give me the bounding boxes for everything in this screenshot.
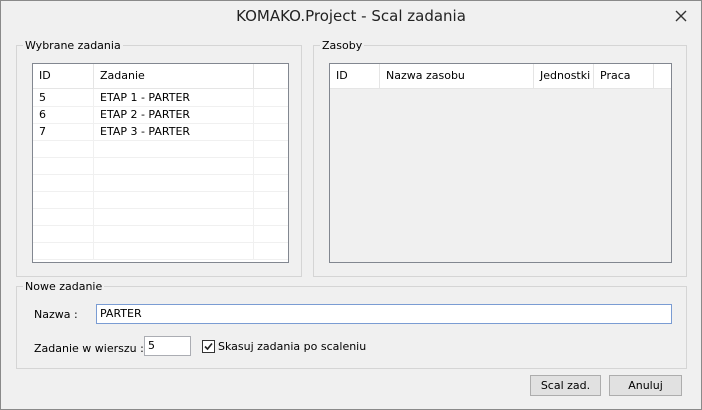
table-row[interactable]: 5 ETAP 1 - PARTER <box>33 89 288 107</box>
empty-row <box>33 157 288 175</box>
column-header-resource-name[interactable]: Nazwa zasobu <box>380 64 534 88</box>
empty-row <box>33 174 288 192</box>
task-name-cell <box>94 174 254 191</box>
resources-legend: Zasoby <box>320 39 365 52</box>
empty-row <box>33 208 288 226</box>
name-input[interactable]: PARTER <box>96 304 672 324</box>
task-id-cell <box>33 174 94 191</box>
task-id-cell <box>33 208 94 225</box>
delete-tasks-checkbox[interactable] <box>202 340 215 353</box>
window-title: KOMAKO.Project - Scal zadania <box>236 7 466 25</box>
selected-tasks-header: ID Zadanie <box>33 64 288 89</box>
empty-row <box>33 242 288 260</box>
filler-cell <box>254 191 288 208</box>
task-name-cell <box>94 225 254 242</box>
task-name-cell <box>94 191 254 208</box>
column-header-work[interactable]: Praca <box>594 64 654 88</box>
filler-cell <box>254 89 288 106</box>
task-id-cell <box>33 140 94 157</box>
filler-cell <box>254 123 288 140</box>
table-row[interactable]: 7 ETAP 3 - PARTER <box>33 123 288 141</box>
task-name-cell: ETAP 3 - PARTER <box>94 123 254 140</box>
title-bar: KOMAKO.Project - Scal zadania <box>1 1 701 32</box>
filler-cell <box>254 225 288 242</box>
task-id-cell <box>33 242 94 259</box>
selected-tasks-group: Wybrane zadania ID Zadanie 5 ETAP 1 - PAR… <box>16 39 302 277</box>
task-name-cell <box>94 242 254 259</box>
task-id-cell: 6 <box>33 106 94 123</box>
new-task-legend: Nowe zadanie <box>23 280 105 293</box>
task-name-cell <box>94 208 254 225</box>
task-name-cell <box>94 157 254 174</box>
filler-cell <box>254 242 288 259</box>
empty-row <box>33 140 288 158</box>
resources-header: ID Nazwa zasobu Jednostki Praca <box>330 64 671 89</box>
selected-tasks-legend: Wybrane zadania <box>23 39 123 52</box>
resources-body <box>330 89 671 262</box>
column-header-units[interactable]: Jednostki <box>534 64 594 88</box>
task-id-cell: 5 <box>33 89 94 106</box>
resources-group: Zasoby ID Nazwa zasobu Jednostki Praca <box>313 39 687 277</box>
task-name-cell: ETAP 1 - PARTER <box>94 89 254 106</box>
selected-tasks-list[interactable]: ID Zadanie 5 ETAP 1 - PARTER 6 ETAP 2 - PAR… <box>32 63 289 263</box>
empty-row <box>33 191 288 209</box>
merge-tasks-dialog: KOMAKO.Project - Scal zadania Wybrane za… <box>0 0 702 410</box>
delete-tasks-label[interactable]: Skasuj zadania po scaleniu <box>218 340 366 354</box>
column-header-id[interactable]: ID <box>33 64 94 88</box>
per-row-label: Zadanie w wierszu : <box>34 342 144 355</box>
merge-button[interactable]: Scal zad. <box>530 375 601 396</box>
table-row[interactable]: 6 ETAP 2 - PARTER <box>33 106 288 124</box>
task-id-cell <box>33 225 94 242</box>
close-icon[interactable] <box>671 6 691 26</box>
task-id-cell: 7 <box>33 123 94 140</box>
filler-cell <box>254 174 288 191</box>
column-header-task[interactable]: Zadanie <box>94 64 254 88</box>
resources-list[interactable]: ID Nazwa zasobu Jednostki Praca <box>329 63 672 263</box>
per-row-input[interactable]: 5 <box>144 336 191 356</box>
empty-row <box>33 225 288 243</box>
filler-cell <box>254 208 288 225</box>
name-label: Nazwa : <box>34 308 78 321</box>
column-header-id[interactable]: ID <box>330 64 380 88</box>
task-name-cell <box>94 140 254 157</box>
task-id-cell <box>33 191 94 208</box>
column-header-filler <box>254 64 288 88</box>
filler-cell <box>254 140 288 157</box>
filler-cell <box>254 157 288 174</box>
cancel-button[interactable]: Anuluj <box>609 375 682 396</box>
filler-cell <box>254 106 288 123</box>
task-name-cell: ETAP 2 - PARTER <box>94 106 254 123</box>
task-id-cell <box>33 157 94 174</box>
new-task-group: Nowe zadanie Nazwa : PARTER Zadanie w wi… <box>16 280 687 369</box>
